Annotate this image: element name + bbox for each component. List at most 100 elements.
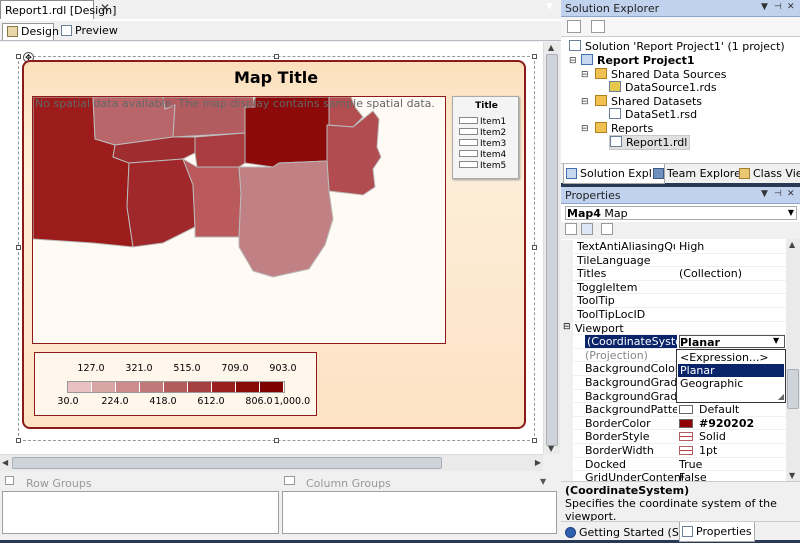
- property-value[interactable]: 1pt: [679, 444, 785, 457]
- close-icon[interactable]: ✕: [787, 2, 795, 12]
- property-row[interactable]: BorderStyle Solid: [561, 430, 786, 444]
- resize-handle[interactable]: [16, 54, 21, 59]
- property-row[interactable]: ToolTip: [561, 294, 786, 308]
- property-value[interactable]: (Collection): [679, 267, 785, 280]
- resize-handle[interactable]: [16, 438, 21, 443]
- tab-team-explorer[interactable]: Team Explorer: [651, 164, 747, 184]
- map-viewport[interactable]: No spatial data available. The map displ…: [32, 96, 446, 344]
- resize-handle[interactable]: [274, 438, 279, 443]
- property-value[interactable]: High: [679, 240, 785, 253]
- property-name: ToggleItem: [577, 280, 638, 294]
- map-title[interactable]: Map Title: [24, 68, 528, 87]
- property-name: BackgroundColor: [585, 362, 680, 376]
- property-row[interactable]: BorderColor #920202: [561, 416, 786, 431]
- close-icon[interactable]: ✕: [100, 1, 114, 17]
- tree-item-reports[interactable]: Reports: [595, 122, 653, 135]
- resize-handle[interactable]: [532, 438, 537, 443]
- show-all-files-icon[interactable]: [591, 20, 605, 33]
- object-selector[interactable]: Map4 Map ▼: [565, 206, 797, 220]
- property-row[interactable]: TileLanguage: [561, 253, 786, 268]
- scroll-thumb[interactable]: [546, 54, 558, 446]
- collapse-icon[interactable]: ⊟: [569, 56, 577, 66]
- scroll-thumb[interactable]: [12, 457, 442, 469]
- horizontal-scrollbar[interactable]: ◀ ▶: [0, 454, 543, 471]
- property-value[interactable]: True: [679, 458, 785, 471]
- view-tabs: Design Preview: [0, 21, 561, 41]
- property-row-viewport[interactable]: ⊟ Viewport: [561, 321, 786, 336]
- property-value[interactable]: False: [679, 471, 785, 481]
- legend-item: Item3: [459, 139, 506, 149]
- vertical-scrollbar[interactable]: ▲ ▼: [543, 42, 560, 454]
- scroll-left-icon[interactable]: ◀: [2, 458, 8, 467]
- collapse-icon[interactable]: ⊟: [581, 97, 589, 107]
- categorized-icon[interactable]: [565, 223, 577, 235]
- dropdown-option-planar[interactable]: Planar: [678, 364, 784, 377]
- column-groups-panel[interactable]: [282, 491, 557, 534]
- collapse-icon[interactable]: ⊟: [581, 124, 589, 134]
- resize-handle[interactable]: [532, 245, 537, 250]
- tab-class-view[interactable]: Class View: [737, 164, 800, 184]
- property-value[interactable]: Default: [679, 403, 785, 416]
- property-pages-icon[interactable]: [601, 223, 613, 235]
- pin-icon[interactable]: ⊣: [774, 189, 782, 199]
- collapse-icon[interactable]: ⊟: [581, 70, 589, 80]
- property-row[interactable]: ToolTipLocID: [561, 308, 786, 322]
- map-legend[interactable]: Title Item1 Item2 Item3 Item4 Item5: [452, 96, 519, 179]
- property-row[interactable]: BackgroundPatternTyDefault: [561, 403, 786, 417]
- tree-item-dataset[interactable]: DataSet1.rsd: [609, 108, 697, 121]
- resize-handle[interactable]: [274, 54, 279, 59]
- chevron-down-icon[interactable]: ▼: [540, 477, 546, 486]
- property-row[interactable]: BorderWidth 1pt: [561, 444, 786, 458]
- color-scale[interactable]: 127.0 321.0 515.0 709.0 903.0 30.0 224.0…: [34, 352, 317, 416]
- color-scale-swatch: [212, 382, 236, 392]
- chevron-down-icon[interactable]: ▼: [761, 189, 768, 199]
- coordinate-system-dropdown[interactable]: <Expression...> Planar Geographic ◢: [676, 349, 786, 403]
- property-row[interactable]: Titles (Collection): [561, 267, 786, 281]
- scroll-thumb[interactable]: [787, 369, 799, 409]
- property-row-coordinate-system[interactable]: (CoordinateSystem)Planar▼: [561, 335, 786, 349]
- property-row[interactable]: ToggleItem: [561, 280, 786, 295]
- map-report-item[interactable]: Map Title No spatial data available. The…: [22, 60, 526, 429]
- resize-handle[interactable]: [532, 54, 537, 59]
- tab-design[interactable]: Design: [2, 23, 59, 40]
- property-value[interactable]: Solid: [679, 430, 785, 443]
- tree-item-shared-datasets[interactable]: Shared Datasets: [595, 95, 702, 108]
- tree-item-report1[interactable]: Report1.rdl: [609, 135, 691, 150]
- properties-scrollbar[interactable]: ▲ ▼: [786, 239, 800, 481]
- chevron-down-icon[interactable]: ▼: [546, 2, 553, 12]
- property-name: ToolTip: [577, 294, 615, 308]
- tab-preview[interactable]: Preview: [57, 23, 118, 40]
- tree-item-shared-data-sources[interactable]: Shared Data Sources: [595, 68, 727, 81]
- dropdown-option-geographic[interactable]: Geographic: [678, 377, 784, 390]
- close-icon[interactable]: ✕: [787, 189, 795, 199]
- report-canvas[interactable]: ✥ Map Title No spatial data available. T…: [0, 42, 543, 454]
- scroll-down-icon[interactable]: ▼: [548, 444, 554, 453]
- collapse-icon[interactable]: ⊟: [563, 322, 571, 332]
- chevron-down-icon[interactable]: ▼: [773, 336, 779, 345]
- tree-item-datasource[interactable]: DataSource1.rds: [609, 81, 717, 94]
- property-value[interactable]: #920202: [679, 417, 785, 430]
- tab-solution-explorer[interactable]: Solution Expl...: [563, 164, 666, 184]
- properties-icon[interactable]: [567, 20, 581, 33]
- property-row[interactable]: Docked True: [561, 457, 786, 472]
- property-name: Viewport: [575, 321, 624, 335]
- scroll-up-icon[interactable]: ▲: [789, 240, 795, 249]
- tree-item-project[interactable]: Report Project1: [581, 54, 695, 67]
- resize-grip-icon[interactable]: ◢: [778, 392, 784, 401]
- tab-properties[interactable]: Properties: [679, 522, 755, 542]
- tree-item-solution[interactable]: Solution 'Report Project1' (1 project): [569, 40, 785, 53]
- scroll-up-icon[interactable]: ▲: [548, 43, 554, 52]
- scroll-right-icon[interactable]: ▶: [535, 458, 541, 467]
- property-value[interactable]: Planar: [679, 335, 785, 349]
- scroll-down-icon[interactable]: ▼: [789, 471, 795, 480]
- pin-icon[interactable]: ⊣: [774, 2, 782, 12]
- chevron-down-icon[interactable]: ▼: [761, 2, 768, 12]
- document-tab[interactable]: Report1.rdl [Design]: [0, 0, 116, 19]
- alphabetical-icon[interactable]: [581, 223, 593, 235]
- chevron-down-icon[interactable]: ▼: [788, 208, 794, 217]
- resize-handle[interactable]: [16, 245, 21, 250]
- property-row[interactable]: GridUnderContent False: [561, 471, 786, 481]
- dropdown-option-expression[interactable]: <Expression...>: [678, 351, 784, 364]
- row-groups-panel[interactable]: [2, 491, 279, 534]
- property-row[interactable]: TextAntiAliasingQuality High: [561, 240, 786, 254]
